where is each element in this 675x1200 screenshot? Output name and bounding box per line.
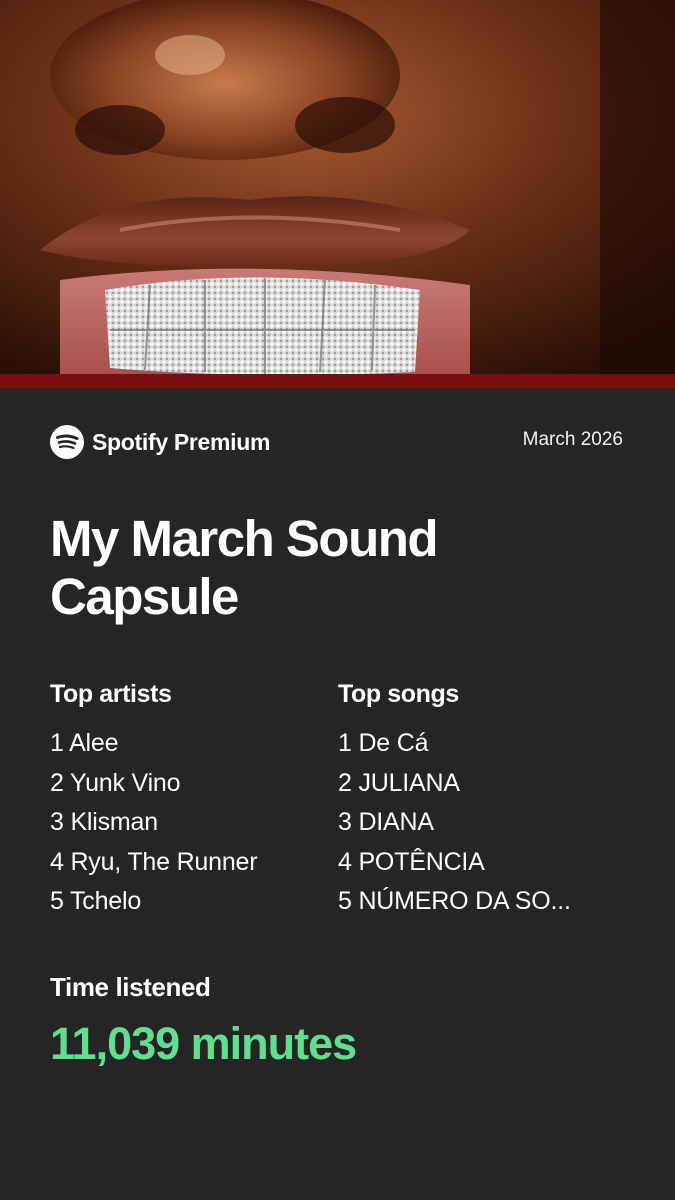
song-item: 2 JULIANA xyxy=(338,768,460,797)
time-listened-value: 11,039 minutes xyxy=(50,1018,357,1069)
artist-item: 4 Ryu, The Runner xyxy=(50,847,258,876)
top-songs-heading: Top songs xyxy=(338,680,459,708)
sound-capsule-card: Spotify Premium March 2026 My March Soun… xyxy=(0,0,675,1200)
capsule-title: My March Sound Capsule xyxy=(50,510,439,625)
brand-name: Spotify xyxy=(92,428,168,455)
brand-tier: Premium xyxy=(173,428,271,455)
song-item: 5 NÚMERO DA SO... xyxy=(338,887,571,915)
top-artists-heading: Top artists xyxy=(50,680,172,708)
top-artists-section: Top artists 1 Alee 2 Yunk Vino 3 Klisman… xyxy=(50,676,340,922)
song-item: 3 DIANA xyxy=(338,808,434,836)
artist-item: 2 Yunk Vino xyxy=(50,768,181,797)
song-item: 4 POTÊNCIA xyxy=(338,847,485,876)
artist-item: 1 Alee xyxy=(50,729,119,757)
accent-stripe xyxy=(0,374,675,388)
artist-item: 5 Tchelo xyxy=(50,887,142,915)
period-label: March 2026 xyxy=(522,429,623,450)
brand-header: Spotify Premium xyxy=(50,424,270,460)
spotify-logo-icon xyxy=(50,425,84,459)
artist-item: 3 Klisman xyxy=(50,808,158,836)
cover-photo xyxy=(0,0,675,376)
top-songs-section: Top songs 1 De Cá 2 JULIANA 3 DIANA 4 PO… xyxy=(338,676,638,922)
time-listened-heading: Time listened xyxy=(50,972,211,1002)
song-item: 1 De Cá xyxy=(338,729,429,757)
